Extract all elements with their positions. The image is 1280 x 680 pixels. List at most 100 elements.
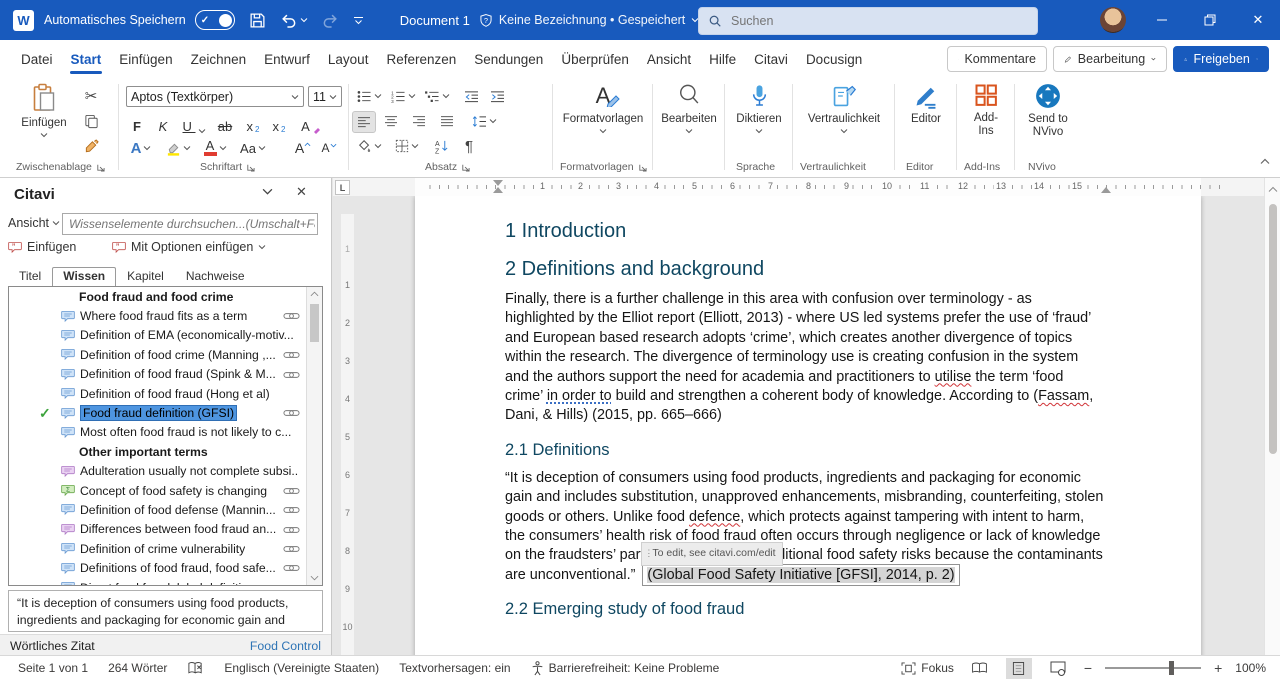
citavi-search-box[interactable] (62, 213, 318, 235)
line-spacing-button[interactable] (468, 111, 500, 131)
collapse-ribbon-button[interactable] (1260, 158, 1270, 165)
list-item[interactable]: Definition of food fraud (Spink & M... (9, 365, 322, 384)
search-box[interactable] (698, 7, 1038, 35)
autosave-toggle[interactable]: ✓ (195, 10, 235, 30)
font-size-select[interactable]: 11 (308, 86, 342, 107)
share-button[interactable]: Freigeben (1173, 46, 1269, 72)
list-item[interactable]: Definition of food crime (Manning ,... (9, 345, 322, 364)
align-center-button[interactable] (380, 111, 402, 131)
text-effects-button[interactable]: A (126, 138, 156, 158)
list-item[interactable]: Direct food fraud: label definiti... (9, 578, 322, 586)
align-left-button[interactable] (352, 111, 376, 133)
superscript-button[interactable]: x2 (268, 114, 290, 134)
list-item[interactable]: Most often food fraud is not likely to c… (9, 423, 322, 442)
scrollbar-thumb[interactable] (310, 304, 319, 342)
tab-ansicht[interactable]: Ansicht (638, 43, 700, 76)
citavi-insert-button[interactable]: ” Einfügen (8, 240, 76, 254)
accessibility-status[interactable]: Barrierefreiheit: Keine Probleme (531, 661, 720, 676)
horizontal-ruler[interactable]: L 123456789101112131415 (333, 178, 1264, 196)
web-layout-button[interactable] (1045, 658, 1071, 679)
send-to-nvivo-button[interactable]: Send to NVivo (1020, 83, 1076, 139)
read-mode-button[interactable] (967, 658, 993, 679)
editing-button[interactable]: Bearbeiten (658, 83, 720, 134)
text-predictions-indicator[interactable]: Textvorhersagen: ein (399, 661, 510, 675)
shading-button[interactable] (354, 136, 384, 156)
grow-font-button[interactable]: A (292, 138, 314, 158)
tab-start[interactable]: Start (62, 43, 111, 76)
citavi-search-input[interactable] (67, 216, 317, 232)
change-case-button[interactable]: Aa (236, 138, 270, 158)
increase-indent-button[interactable] (486, 86, 508, 106)
clear-formatting-button[interactable]: A (300, 114, 322, 134)
tab-sendungen[interactable]: Sendungen (465, 43, 552, 76)
scrollbar-thumb[interactable] (1269, 204, 1277, 454)
tab-einfügen[interactable]: Einfügen (110, 43, 181, 76)
list-item[interactable]: Definition of food defense (Mannin... (9, 500, 322, 519)
scroll-up-icon[interactable] (310, 291, 319, 297)
zoom-level[interactable]: 100% (1235, 661, 1266, 675)
bullet-list-button[interactable] (354, 86, 384, 106)
dialog-launcher-icon[interactable] (638, 163, 647, 172)
word-app-icon[interactable]: W (13, 10, 34, 31)
cut-button[interactable]: ✂ (80, 86, 102, 106)
copy-button[interactable] (80, 111, 102, 131)
list-item[interactable]: ✓Food fraud definition (GFSI) (9, 403, 322, 422)
document-scroll-zone[interactable]: 11234567891011 1 Introduction 2 Definiti… (333, 196, 1264, 655)
highlight-color-button[interactable] (162, 138, 194, 158)
tab-überprüfen[interactable]: Überprüfen (552, 43, 638, 76)
comments-button[interactable]: Kommentare (947, 46, 1047, 72)
list-item[interactable]: ΣConcept of food safety is changing (9, 481, 322, 500)
tab-docusign[interactable]: Docusign (797, 43, 871, 76)
user-avatar[interactable] (1100, 7, 1126, 33)
list-item[interactable]: Definition of EMA (economically-motiv... (9, 326, 322, 345)
numbered-list-button[interactable]: 123 (388, 86, 418, 106)
dictate-button[interactable]: Diktieren (730, 83, 788, 134)
right-indent-marker[interactable] (1101, 187, 1111, 193)
vertical-ruler[interactable]: 11234567891011 (341, 214, 354, 655)
tab-citavi[interactable]: Citavi (745, 43, 797, 76)
citavi-tab-kapitel[interactable]: Kapitel (116, 266, 175, 286)
citavi-insert-options-button[interactable]: ” Mit Optionen einfügen (112, 240, 266, 254)
format-painter-button[interactable] (80, 136, 102, 156)
borders-button[interactable] (392, 136, 422, 156)
panel-chevron-icon[interactable] (262, 188, 273, 195)
document-title-group[interactable]: Document 1 ? Keine Bezeichnung • Gespeic… (400, 13, 700, 28)
close-button[interactable]: ✕ (1236, 0, 1280, 40)
tab-referenzen[interactable]: Referenzen (377, 43, 465, 76)
shrink-font-button[interactable]: A (318, 138, 340, 158)
zoom-slider[interactable] (1105, 667, 1201, 669)
print-layout-button[interactable] (1006, 658, 1032, 679)
paste-button[interactable]: Einfügen (16, 83, 72, 138)
editor-button[interactable]: Editor (900, 83, 952, 126)
tab-entwurf[interactable]: Entwurf (255, 43, 319, 76)
word-count[interactable]: 264 Wörter (108, 661, 167, 675)
list-item[interactable]: Definition of crime vulnerability (9, 539, 322, 558)
styles-button[interactable]: A Formatvorlagen (560, 83, 646, 134)
citavi-tab-titel[interactable]: Titel (8, 266, 52, 286)
page-indicator[interactable]: Seite 1 von 1 (18, 661, 88, 675)
font-color-button[interactable]: A (200, 138, 230, 158)
sort-button[interactable]: AZ (430, 136, 452, 156)
minimize-button[interactable] (1140, 0, 1184, 40)
zoom-slider-thumb[interactable] (1169, 661, 1174, 675)
pilcrow-button[interactable]: ¶ (458, 136, 480, 156)
scroll-down-icon[interactable] (310, 575, 319, 581)
align-right-button[interactable] (408, 111, 430, 131)
dialog-launcher-icon[interactable] (461, 163, 470, 172)
citavi-list-scrollbar[interactable] (306, 287, 322, 585)
language-indicator[interactable]: Englisch (Vereinigte Staaten) (224, 661, 379, 675)
list-item[interactable]: Where food fraud fits as a term (9, 306, 322, 325)
addins-button[interactable]: Add-Ins (962, 83, 1010, 138)
citavi-tab-nachweise[interactable]: Nachweise (175, 266, 256, 286)
hanging-indent-marker[interactable] (493, 187, 503, 193)
strikethrough-button[interactable]: ab (214, 114, 236, 134)
italic-button[interactable]: K (152, 114, 174, 134)
list-item[interactable]: Definitions of food fraud, food safe... (9, 558, 322, 577)
search-input[interactable] (729, 13, 983, 29)
font-name-select[interactable]: Aptos (Textkörper) (126, 86, 304, 107)
justify-button[interactable] (436, 111, 458, 131)
citavi-tab-wissen[interactable]: Wissen (52, 267, 116, 287)
restore-button[interactable] (1188, 0, 1232, 40)
zoom-in-button[interactable]: + (1214, 660, 1222, 676)
sensitivity-button[interactable]: Vertraulichkeit (798, 83, 890, 134)
